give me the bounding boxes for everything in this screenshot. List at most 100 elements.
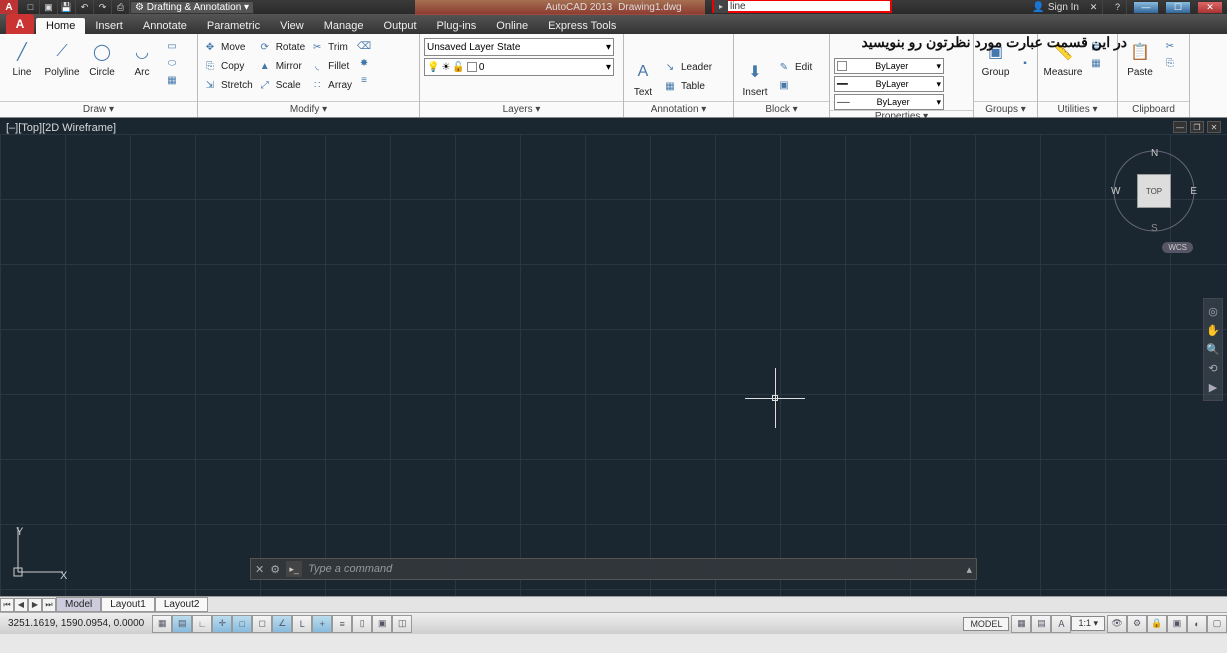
qp-toggle[interactable]: ▣: [372, 615, 392, 633]
autocad-logo-icon[interactable]: A: [0, 0, 18, 14]
dyn-toggle[interactable]: +: [312, 615, 332, 633]
undo-icon[interactable]: ↶: [76, 0, 94, 14]
layer-current-combo[interactable]: 💡 ☀ 🔓 0▾: [424, 58, 614, 76]
tab-annotate[interactable]: Annotate: [133, 18, 197, 34]
block-create-icon[interactable]: ▣: [776, 77, 792, 93]
window-close-button[interactable]: ✕: [1197, 1, 1223, 14]
modelspace-toggle[interactable]: MODEL: [963, 617, 1009, 631]
linetype-combo[interactable]: ──ByLayer▾: [834, 94, 944, 110]
table-button[interactable]: ▦Table: [662, 77, 712, 95]
layer-state-combo[interactable]: Unsaved Layer State▾: [424, 38, 614, 56]
hatch-icon[interactable]: ▦: [164, 72, 180, 88]
cmdline-close-icon[interactable]: ✕: [255, 563, 264, 576]
scale-readout[interactable]: 1:1 ▾: [1071, 616, 1105, 631]
tab-parametric[interactable]: Parametric: [197, 18, 270, 34]
mirror-button[interactable]: ▲Mirror: [257, 57, 305, 75]
tab-express[interactable]: Express Tools: [538, 18, 626, 34]
polyline-button[interactable]: ⟋Polyline: [44, 38, 80, 78]
steering-wheel-icon[interactable]: ◎: [1208, 305, 1218, 318]
sc-toggle[interactable]: ◫: [392, 615, 412, 633]
new-icon[interactable]: □: [22, 0, 40, 14]
arc-button[interactable]: ◡Arc: [124, 38, 160, 78]
zoom-icon[interactable]: 🔍: [1206, 343, 1220, 356]
block-edit-button[interactable]: ✎Edit: [776, 58, 812, 76]
drawing-area[interactable]: [–][Top][2D Wireframe] — ❐ ✕ Y X TOP N S…: [0, 118, 1227, 596]
viewport-restore-button[interactable]: ❐: [1190, 121, 1204, 133]
text-button[interactable]: AText: [628, 58, 658, 98]
viewport-label[interactable]: [–][Top][2D Wireframe]: [6, 122, 116, 134]
cmdline-customize-icon[interactable]: ⚙: [270, 563, 280, 576]
lineweight-combo[interactable]: ━━ByLayer▾: [834, 76, 944, 92]
open-icon[interactable]: ▣: [40, 0, 58, 14]
tpy-toggle[interactable]: ▯: [352, 615, 372, 633]
exchange-icon[interactable]: ✕: [1085, 0, 1103, 14]
tab-home[interactable]: Home: [36, 18, 85, 34]
viewcube-n[interactable]: N: [1151, 148, 1158, 159]
toolbar-lock-icon[interactable]: 🔒: [1147, 615, 1167, 633]
cut-icon[interactable]: ✂: [1162, 38, 1178, 54]
annoscale-icon[interactable]: Ａ: [1051, 615, 1071, 633]
group-edit-icon[interactable]: ▪: [1017, 55, 1033, 71]
save-icon[interactable]: 💾: [58, 0, 76, 14]
window-maximize-button[interactable]: ☐: [1165, 1, 1191, 14]
color-combo[interactable]: ByLayer▾: [834, 58, 944, 74]
tab-output[interactable]: Output: [374, 18, 427, 34]
application-menu-button[interactable]: A: [6, 14, 34, 34]
hardware-accel-icon[interactable]: ▣: [1167, 615, 1187, 633]
offset-icon[interactable]: ≡: [356, 72, 372, 88]
copy-button[interactable]: ⎘Copy: [202, 57, 253, 75]
copy-clip-icon[interactable]: ⎘: [1162, 55, 1178, 71]
panel-title-groups[interactable]: Groups ▾: [974, 101, 1037, 117]
quickview-drawings-icon[interactable]: ▤: [1031, 615, 1051, 633]
clean-screen-icon[interactable]: ▢: [1207, 615, 1227, 633]
window-minimize-button[interactable]: —: [1133, 1, 1159, 14]
rectangle-icon[interactable]: ▭: [164, 38, 180, 54]
viewcube-e[interactable]: E: [1190, 186, 1197, 197]
layout-next-button[interactable]: ▶: [28, 598, 42, 612]
tab-view[interactable]: View: [270, 18, 314, 34]
polar-toggle[interactable]: ✛: [212, 615, 232, 633]
annotation-visibility-icon[interactable]: 👁: [1107, 615, 1127, 633]
command-line[interactable]: ✕ ⚙ ▸_ Type a command ▴: [250, 558, 977, 580]
workspace-switch-icon[interactable]: ⚙: [1127, 615, 1147, 633]
fillet-button[interactable]: ◟Fillet: [309, 57, 352, 75]
viewcube-s[interactable]: S: [1151, 223, 1158, 234]
snap-toggle[interactable]: ▦: [152, 615, 172, 633]
scale-button[interactable]: ⤢Scale: [257, 76, 305, 94]
orbit-icon[interactable]: ⟲: [1208, 362, 1217, 375]
help-search-input[interactable]: ▸line: [712, 0, 892, 13]
layout-tab-layout1[interactable]: Layout1: [101, 597, 155, 612]
panel-title-draw[interactable]: Draw ▾: [0, 101, 197, 117]
workspace-selector[interactable]: ⚙ Drafting & Annotation ▾: [130, 1, 254, 14]
tab-insert[interactable]: Insert: [85, 18, 133, 34]
showmotion-icon[interactable]: ▶: [1209, 381, 1217, 394]
viewcube-top-face[interactable]: TOP: [1137, 174, 1171, 208]
ortho-toggle[interactable]: ∟: [192, 615, 212, 633]
print-icon[interactable]: ⎙: [112, 0, 130, 14]
quickview-layouts-icon[interactable]: ▦: [1011, 615, 1031, 633]
layout-last-button[interactable]: ⏭: [42, 598, 56, 612]
cmdline-history-icon[interactable]: ▴: [966, 563, 972, 576]
tab-plugins[interactable]: Plug-ins: [427, 18, 487, 34]
ducs-toggle[interactable]: L: [292, 615, 312, 633]
layout-tab-layout2[interactable]: Layout2: [155, 597, 209, 612]
explode-icon[interactable]: ✸: [356, 55, 372, 71]
panel-title-annotation[interactable]: Annotation ▾: [624, 101, 733, 117]
layout-prev-button[interactable]: ◀: [14, 598, 28, 612]
trim-button[interactable]: ✂Trim: [309, 38, 352, 56]
ellipse-icon[interactable]: ⬭: [164, 55, 180, 71]
move-button[interactable]: ✥Move: [202, 38, 253, 56]
stretch-button[interactable]: ⇲Stretch: [202, 76, 253, 94]
panel-title-utilities[interactable]: Utilities ▾: [1038, 101, 1117, 117]
viewcube[interactable]: TOP N S E W: [1109, 146, 1199, 236]
pan-icon[interactable]: ✋: [1206, 324, 1220, 337]
signin-button[interactable]: 👤Sign In: [1032, 2, 1079, 13]
circle-button[interactable]: ◯Circle: [84, 38, 120, 78]
otrack-toggle[interactable]: ∠: [272, 615, 292, 633]
redo-icon[interactable]: ↷: [94, 0, 112, 14]
help-icon[interactable]: ?: [1109, 0, 1127, 14]
select-icon[interactable]: ▦: [1088, 55, 1104, 71]
isolate-objects-icon[interactable]: ◐: [1187, 615, 1207, 633]
rotate-button[interactable]: ⟳Rotate: [257, 38, 305, 56]
erase-icon[interactable]: ⌫: [356, 38, 372, 54]
